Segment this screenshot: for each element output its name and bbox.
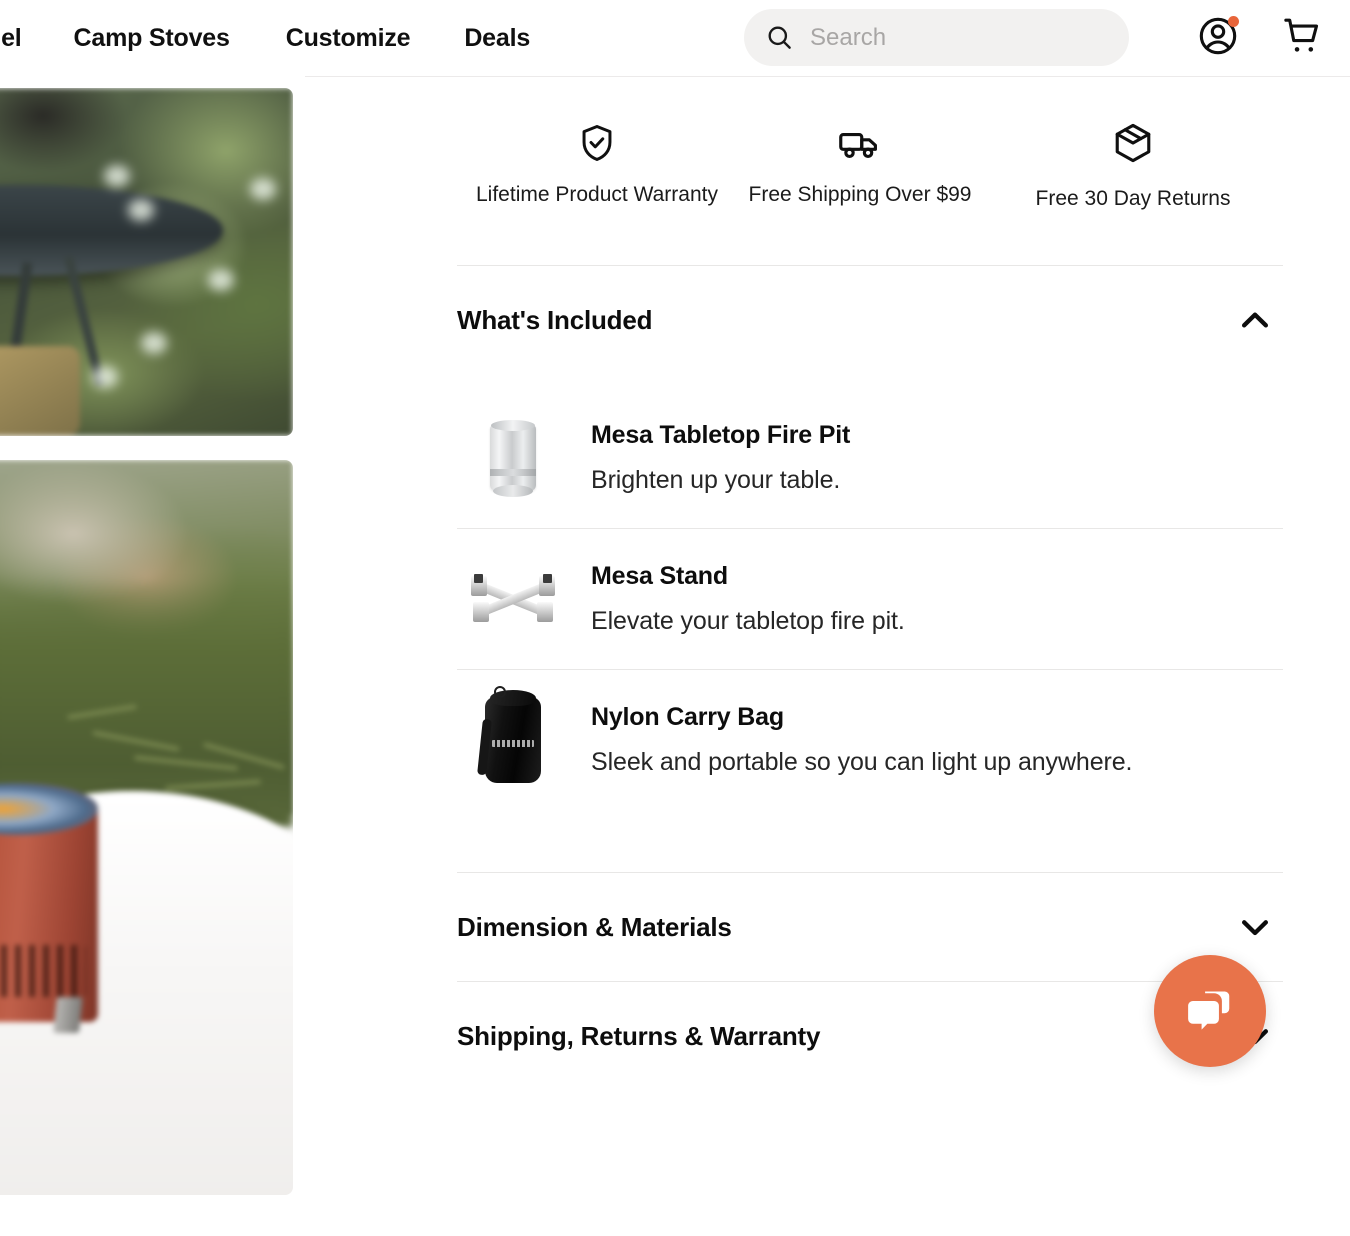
trust-badge-warranty: Lifetime Product Warranty — [457, 120, 737, 213]
search-input[interactable] — [810, 23, 1100, 52]
whats-included-list: Mesa Tabletop Fire Pit Brighten up your … — [457, 374, 1283, 873]
list-item-text: Mesa Stand Elevate your tabletop fire pi… — [569, 562, 905, 636]
trust-badge-label: Free 30 Day Returns — [1035, 187, 1231, 210]
nav-deals[interactable]: Deals — [464, 24, 530, 53]
product-page: uel Camp Stoves Customize Deals — [0, 0, 1350, 1236]
mesa-fire-pit-thumb — [457, 403, 569, 513]
product-image-1[interactable] — [0, 88, 293, 436]
delivery-truck-icon — [837, 120, 883, 166]
list-item-description: Sleek and portable so you can light up a… — [591, 748, 1133, 776]
nav-fuel[interactable]: uel — [0, 24, 22, 53]
trust-badge-shipping: Free Shipping Over $99 — [737, 120, 983, 213]
list-item-text: Mesa Tabletop Fire Pit Brighten up your … — [569, 421, 850, 495]
main-navigation: uel Camp Stoves Customize Deals — [0, 24, 530, 53]
list-item[interactable]: Nylon Carry Bag Sleek and portable so yo… — [457, 670, 1283, 810]
trust-badge-label: Lifetime Product Warranty — [476, 183, 718, 206]
chevron-down-icon[interactable] — [1235, 907, 1275, 947]
list-item[interactable]: Mesa Tabletop Fire Pit Brighten up your … — [457, 388, 1283, 528]
trust-badge-label: Free Shipping Over $99 — [748, 183, 972, 206]
notification-dot — [1228, 16, 1239, 27]
nav-camp-stoves[interactable]: Camp Stoves — [74, 24, 230, 53]
mesa-stand-thumb — [457, 544, 569, 654]
list-item-text: Nylon Carry Bag Sleek and portable so yo… — [569, 703, 1133, 777]
search-bar[interactable] — [744, 9, 1129, 66]
package-box-icon — [1111, 120, 1155, 166]
list-item[interactable]: Mesa Stand Elevate your tabletop fire pi… — [457, 529, 1283, 669]
product-gallery — [0, 88, 293, 1195]
chat-widget-button[interactable] — [1154, 955, 1266, 1067]
trust-badge-returns: Free 30 Day Returns — [983, 120, 1283, 213]
accordion-title: Shipping, Returns & Warranty — [457, 1020, 821, 1051]
accordion-title: What's Included — [457, 304, 653, 335]
header-icon-group — [1196, 14, 1324, 58]
account-button[interactable] — [1196, 14, 1240, 58]
chat-bubbles-icon — [1182, 981, 1238, 1042]
list-item-title: Mesa Tabletop Fire Pit — [591, 421, 851, 449]
list-item-description: Elevate your tabletop fire pit. — [591, 607, 905, 635]
product-image-2[interactable] — [0, 460, 293, 1195]
product-details-column: Lifetime Product Warranty Free Shipping … — [457, 88, 1283, 1090]
site-header: uel Camp Stoves Customize Deals — [0, 0, 1350, 76]
trust-badges: Lifetime Product Warranty Free Shipping … — [457, 88, 1283, 213]
nav-customize[interactable]: Customize — [286, 24, 411, 53]
list-item-title: Mesa Stand — [591, 562, 728, 590]
chevron-up-icon[interactable] — [1235, 300, 1275, 340]
shield-check-icon — [576, 120, 618, 166]
list-item-description: Brighten up your table. — [591, 466, 841, 494]
search-icon — [766, 24, 793, 51]
header-divider — [305, 76, 1350, 77]
accordion-dimension-materials[interactable]: Dimension & Materials — [457, 873, 1283, 981]
list-item-title: Nylon Carry Bag — [591, 703, 784, 731]
accordion-whats-included[interactable]: What's Included — [457, 266, 1283, 374]
accordion-title: Dimension & Materials — [457, 911, 732, 942]
nylon-carry-bag-thumb — [457, 685, 569, 795]
cart-button[interactable] — [1280, 14, 1324, 58]
